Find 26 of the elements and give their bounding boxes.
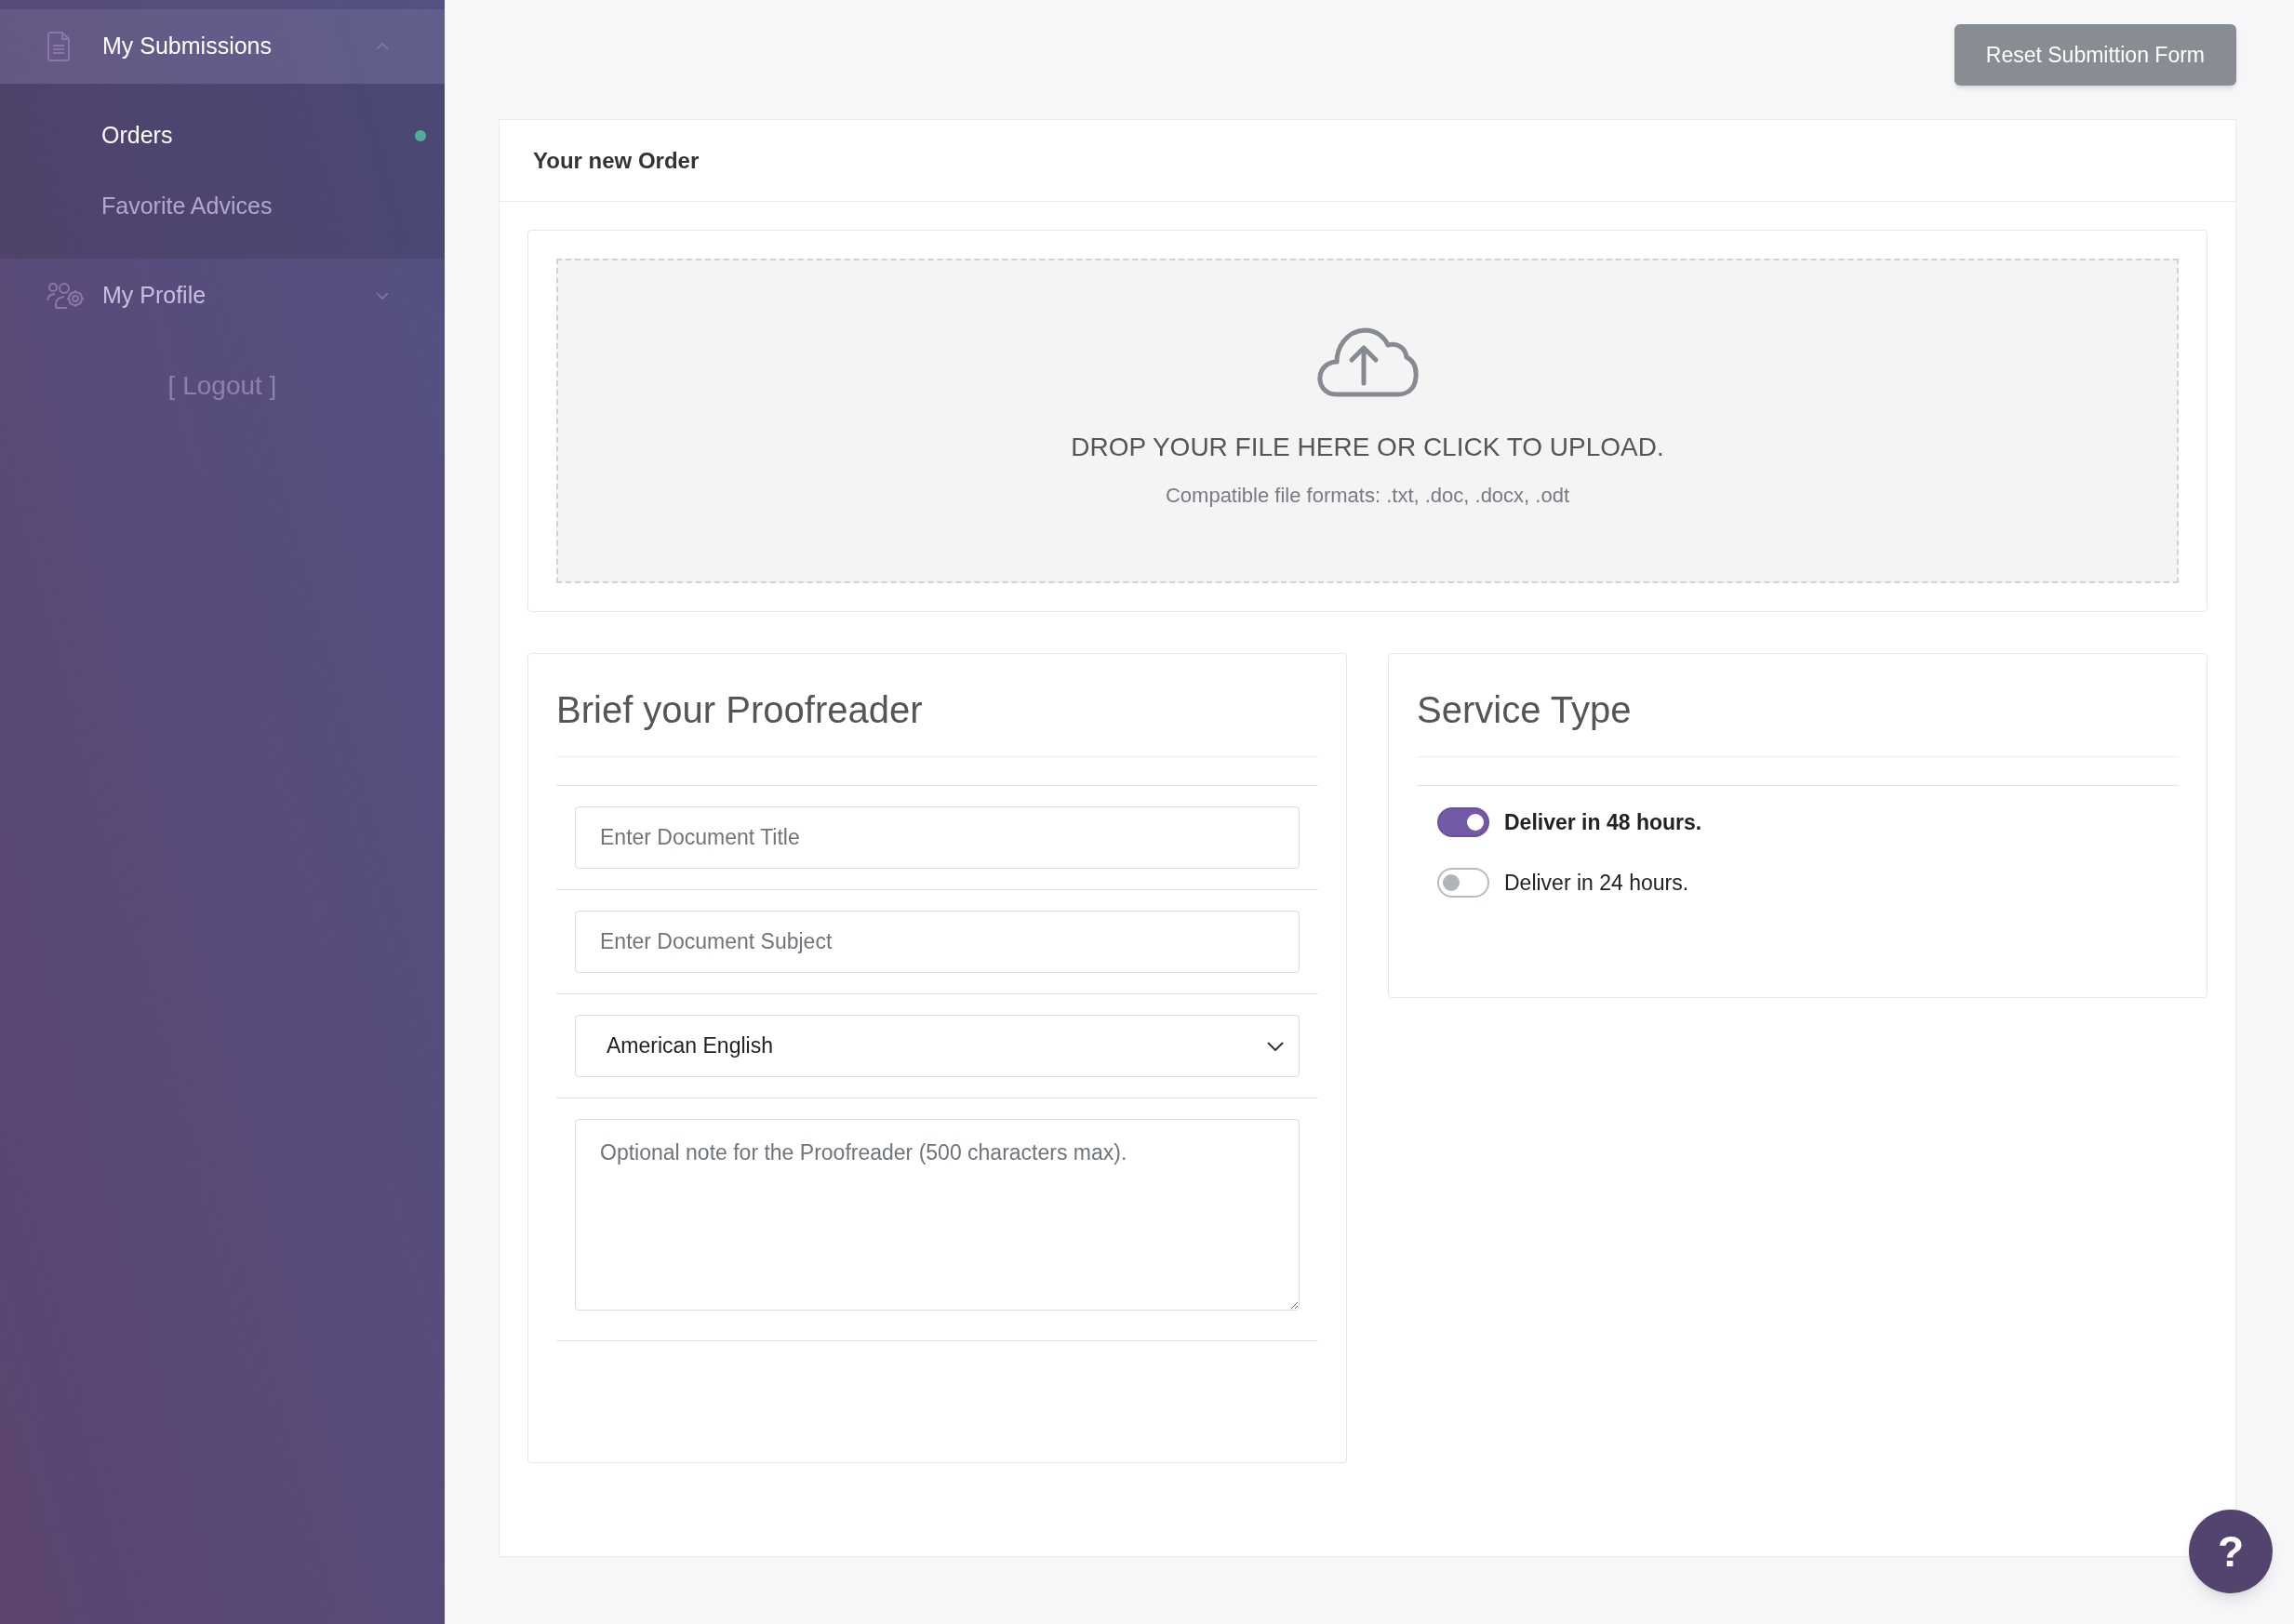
reset-form-button[interactable]: Reset Submittion Form xyxy=(1954,24,2236,86)
toggle-switch[interactable] xyxy=(1437,807,1489,838)
file-drop-zone[interactable]: DROP YOUR FILE HERE OR CLICK TO UPLOAD. Compatible file formats: .txt, .doc, .docx, .odt xyxy=(556,259,2179,583)
cloud-upload-icon xyxy=(1316,326,1419,398)
panel-title: Service Type xyxy=(1417,688,1633,732)
option-label: Deliver in 24 hours. xyxy=(1504,869,1689,897)
users-gear-icon xyxy=(47,282,86,310)
card-title: Your new Order xyxy=(533,146,700,175)
note-textarea[interactable]: Optional note for the Proofreader (500 characters max). xyxy=(575,1119,1300,1311)
submenu-item[interactable]: Orders xyxy=(101,118,415,153)
input-field[interactable]: Enter Document Subject xyxy=(575,911,1300,973)
language-dropdown[interactable]: American English xyxy=(575,1015,1300,1077)
upload-instructions: DROP YOUR FILE HERE OR CLICK TO UPLOAD. xyxy=(1071,432,1664,463)
toggle-switch[interactable] xyxy=(1437,867,1489,898)
file-formats-note: Compatible file formats: .txt, .doc, .docx, .odt xyxy=(1165,483,1570,509)
chevron-down-icon xyxy=(1267,1041,1284,1051)
panel-title: Brief your Proofreader xyxy=(556,688,924,732)
help-button[interactable]: ? xyxy=(2189,1510,2273,1593)
chevron-up-icon xyxy=(376,43,389,50)
submenu-item[interactable]: Favorite Advices xyxy=(101,189,426,224)
chevron-down-icon xyxy=(376,292,389,300)
option-label: Deliver in 48 hours. xyxy=(1504,809,1702,836)
sidebar-item[interactable]: My Submissions xyxy=(0,9,445,84)
sidebar-item[interactable]: My Profile xyxy=(0,259,445,333)
input-field[interactable]: Enter Document Title xyxy=(575,806,1300,869)
document-icon xyxy=(47,31,71,62)
